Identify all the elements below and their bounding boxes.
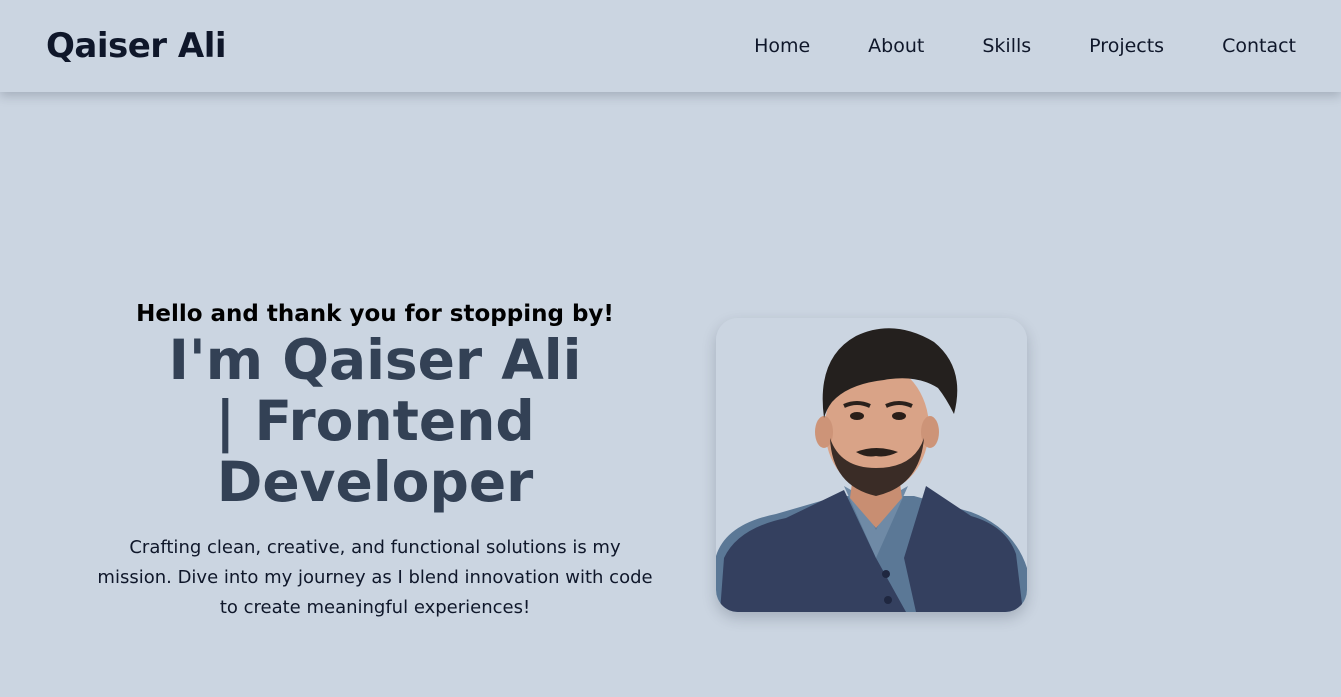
hero-headline: I'm Qaiser Ali | Frontend Developer	[168, 328, 582, 514]
hero-description: Crafting clean, creative, and functional…	[97, 537, 653, 618]
portrait-illustration	[716, 318, 1027, 612]
nav-link-skills[interactable]: Skills	[982, 33, 1031, 59]
nav-link-contact[interactable]: Contact	[1222, 33, 1296, 59]
navbar: Qaiser Ali Home About Skills Projects Co…	[0, 0, 1341, 92]
hero-text: Hello and thank you for stopping by! I'm…	[70, 298, 680, 623]
nav-menu: Home About Skills Projects Contact	[754, 33, 1296, 59]
profile-photo	[716, 318, 1027, 612]
nav-link-projects[interactable]: Projects	[1089, 33, 1164, 59]
site-logo[interactable]: Qaiser Ali	[46, 24, 227, 68]
hero-greeting: Hello and thank you for stopping by!	[136, 301, 614, 327]
nav-link-about[interactable]: About	[868, 33, 924, 59]
nav-link-home[interactable]: Home	[754, 33, 810, 59]
